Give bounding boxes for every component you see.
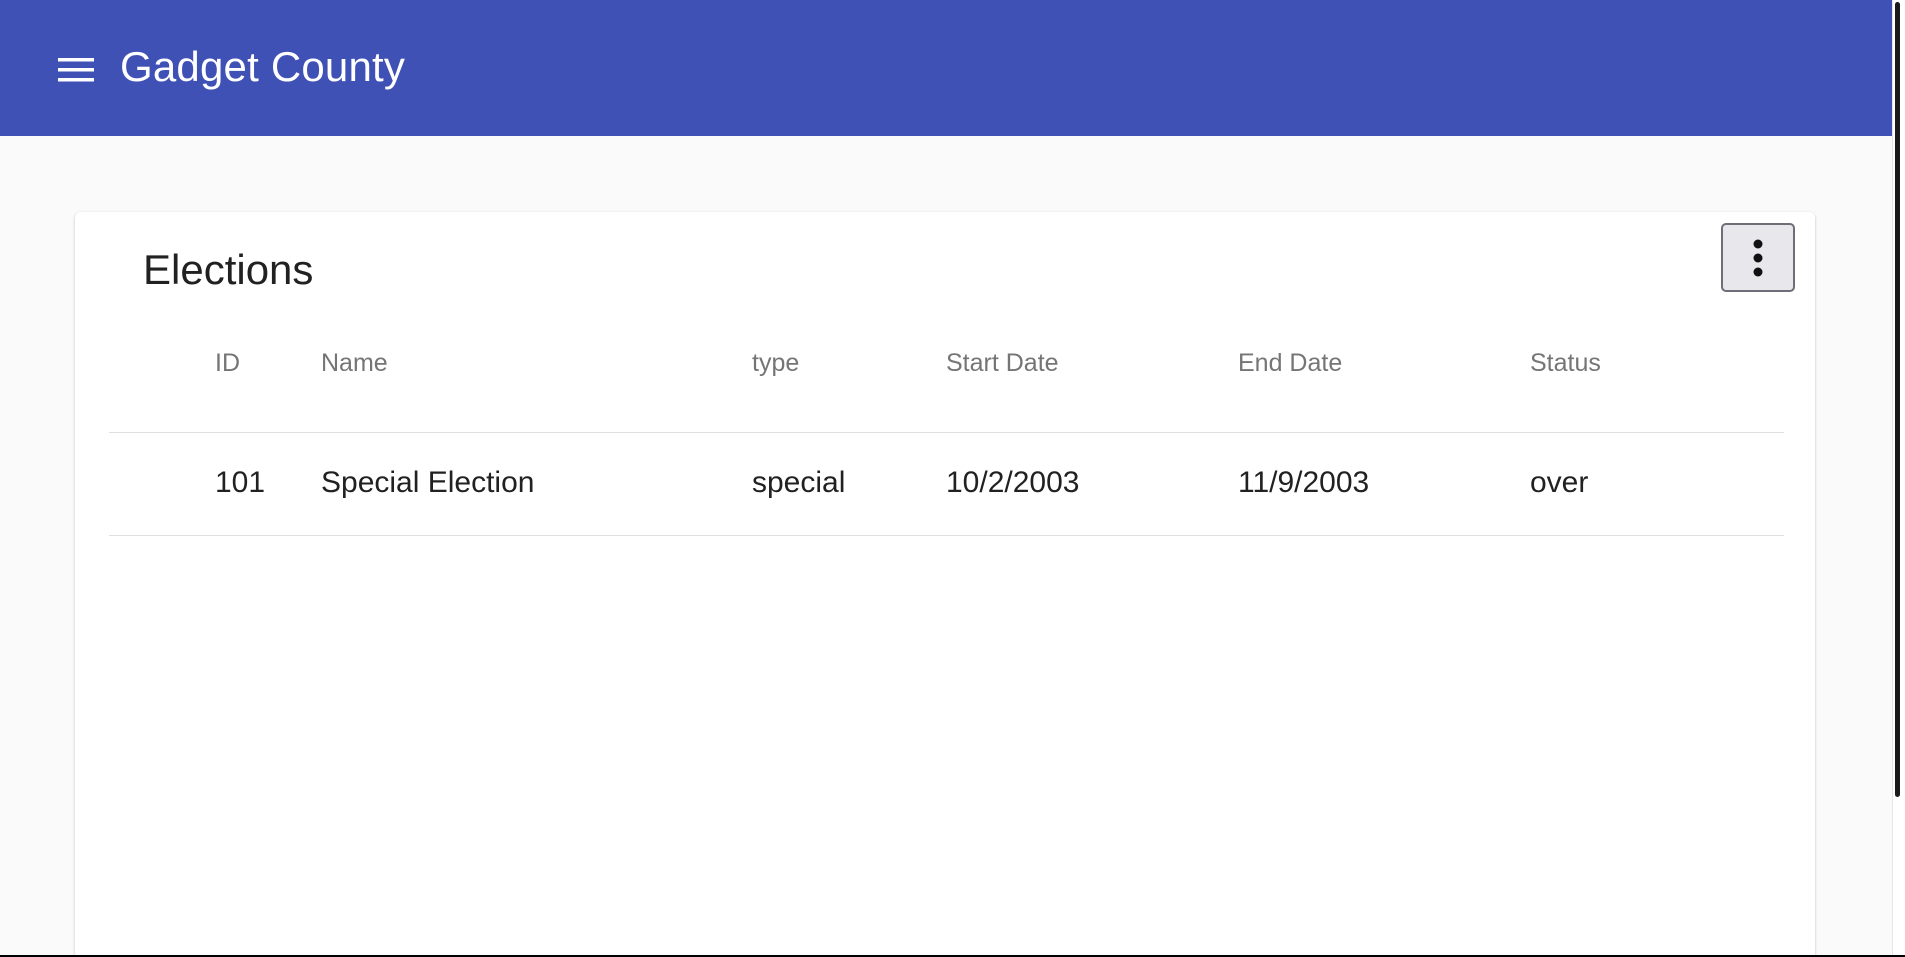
table-row[interactable]: 101 Special Election special 10/2/2003 1…	[109, 433, 1784, 536]
table-header-row: ID Name type Start Date End Date Status	[109, 312, 1784, 433]
column-header-start-date[interactable]: Start Date	[946, 346, 1059, 380]
cell-end-date: 11/9/2003	[1238, 466, 1370, 499]
more-options-button[interactable]	[1721, 223, 1795, 292]
vertical-scrollbar[interactable]	[1892, 0, 1905, 957]
menu-icon	[58, 58, 94, 82]
app-viewport: Gadget County Elections ID Name type Sta…	[0, 0, 1892, 955]
column-header-type[interactable]: type	[752, 346, 799, 380]
cell-start-date: 10/2/2003	[946, 466, 1080, 499]
cell-status: over	[1530, 466, 1589, 499]
elections-card: Elections ID Name type Start Date End Da…	[75, 212, 1815, 955]
cell-name: Special Election	[321, 466, 535, 499]
cell-type: special	[752, 466, 846, 499]
more-vertical-icon	[1753, 239, 1763, 276]
cell-id: 101	[215, 466, 266, 499]
column-header-status[interactable]: Status	[1530, 346, 1601, 380]
column-header-name[interactable]: Name	[321, 346, 388, 380]
elections-table: ID Name type Start Date End Date Status …	[109, 312, 1784, 536]
app-title: Gadget County	[120, 43, 406, 90]
column-header-id[interactable]: ID	[215, 346, 240, 380]
app-toolbar: Gadget County	[0, 0, 1892, 136]
card-title: Elections	[143, 246, 314, 293]
column-header-end-date[interactable]: End Date	[1238, 346, 1342, 380]
menu-button[interactable]	[50, 48, 102, 92]
scrollbar-thumb[interactable]	[1895, 2, 1900, 797]
